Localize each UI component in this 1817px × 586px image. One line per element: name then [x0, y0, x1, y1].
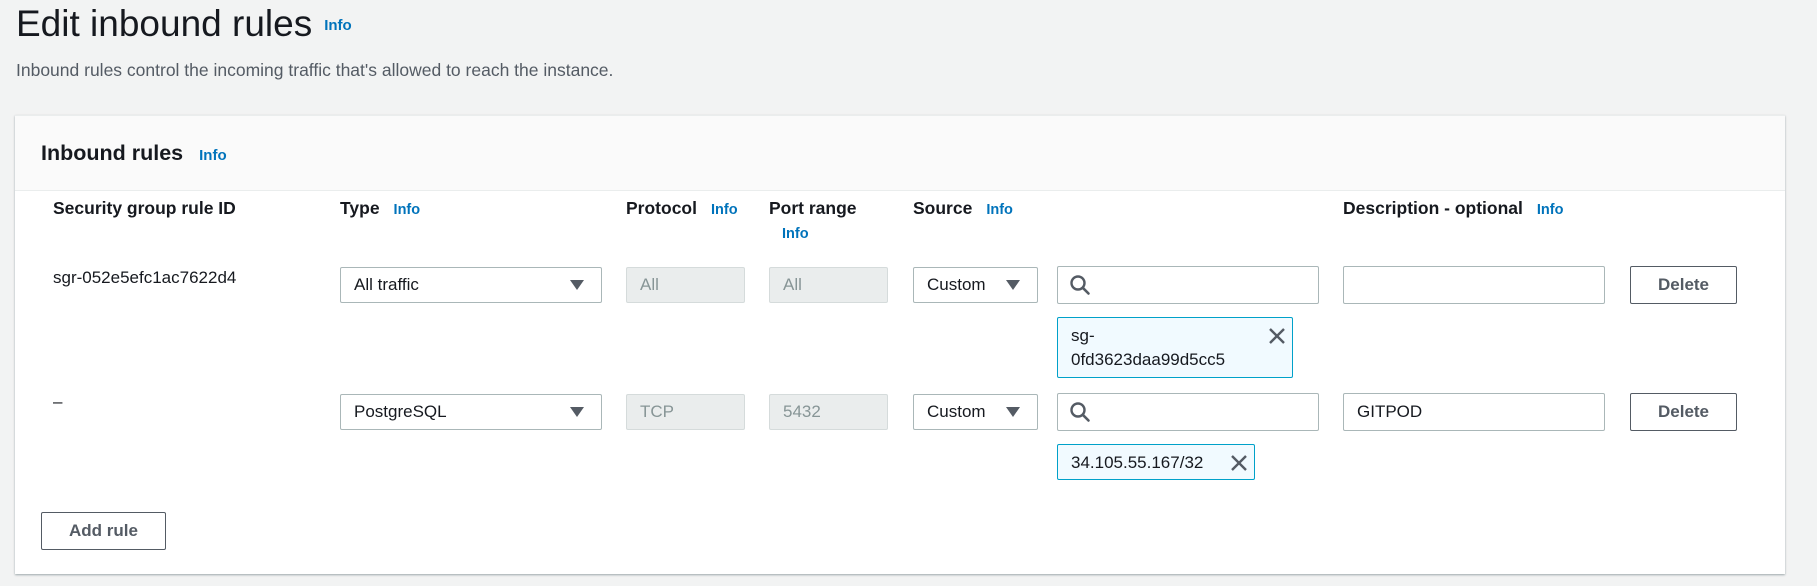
description-input[interactable]: GITPOD: [1343, 393, 1605, 431]
source-token: 34.105.55.167/32: [1057, 444, 1255, 480]
source-token-line2: 0fd3623daa99d5cc5: [1071, 350, 1226, 369]
column-header-description-label: Description - optional: [1343, 198, 1523, 218]
type-select[interactable]: PostgreSQL: [340, 394, 602, 430]
search-icon: [1070, 402, 1090, 422]
caret-down-icon: [1006, 407, 1020, 417]
source-token-line1: sg-: [1071, 326, 1095, 345]
add-rule-button[interactable]: Add rule: [41, 512, 166, 550]
rule-id-cell: –: [53, 392, 63, 411]
panel-header: Inbound rules Info: [15, 116, 1785, 191]
column-header-type: Type Info: [340, 198, 420, 219]
column-header-source: Source Info: [913, 198, 1013, 219]
type-select[interactable]: All traffic: [340, 267, 602, 303]
column-header-type-label: Type: [340, 198, 380, 218]
description-info-link[interactable]: Info: [1537, 202, 1564, 218]
caret-down-icon: [570, 280, 584, 290]
description-input[interactable]: [1343, 266, 1605, 304]
source-search-input[interactable]: [1057, 266, 1319, 304]
column-header-rule-id-label: Security group rule ID: [53, 198, 236, 218]
panel-title-info-link[interactable]: Info: [199, 147, 227, 164]
column-header-port-range-label: Port range: [769, 198, 857, 218]
page-title: Edit inbound rules Info: [16, 2, 352, 46]
caret-down-icon: [570, 407, 584, 417]
column-header-source-label: Source: [913, 198, 973, 218]
rule-id-cell: sgr-052e5efc1ac7622d4: [53, 268, 237, 287]
type-info-link[interactable]: Info: [394, 202, 421, 218]
source-type-select-value: Custom: [927, 275, 986, 294]
source-type-select[interactable]: Custom: [913, 394, 1038, 430]
port-range-field: All: [769, 267, 888, 303]
column-header-port-range: Port range: [769, 198, 857, 219]
source-type-select[interactable]: Custom: [913, 267, 1038, 303]
source-search-input[interactable]: [1057, 393, 1319, 431]
delete-rule-button[interactable]: Delete: [1630, 266, 1737, 304]
protocol-info-link[interactable]: Info: [711, 202, 738, 218]
column-header-protocol: Protocol Info: [626, 198, 738, 219]
source-info-link[interactable]: Info: [986, 202, 1013, 218]
close-icon[interactable]: [1268, 327, 1286, 345]
page-description: Inbound rules control the incoming traff…: [16, 60, 614, 80]
caret-down-icon: [1006, 280, 1020, 290]
column-header-rule-id: Security group rule ID: [53, 198, 236, 219]
column-header-description: Description - optional Info: [1343, 198, 1563, 219]
source-token-text: 34.105.55.167/32: [1071, 453, 1204, 472]
column-header-protocol-label: Protocol: [626, 198, 697, 218]
page-title-info-link[interactable]: Info: [324, 17, 352, 34]
panel-title-text: Inbound rules: [41, 141, 184, 165]
protocol-field: TCP: [626, 394, 745, 430]
panel-title: Inbound rules Info: [41, 141, 227, 166]
type-select-value: PostgreSQL: [354, 402, 447, 421]
inbound-rules-panel: Inbound rules Info Security group rule ID…: [15, 115, 1785, 574]
type-select-value: All traffic: [354, 275, 419, 294]
source-token: sg- 0fd3623daa99d5cc5: [1057, 317, 1293, 378]
delete-rule-button[interactable]: Delete: [1630, 393, 1737, 431]
port-range-field: 5432: [769, 394, 888, 430]
protocol-field: All: [626, 267, 745, 303]
close-icon[interactable]: [1230, 454, 1248, 472]
source-type-select-value: Custom: [927, 402, 986, 421]
page-title-text: Edit inbound rules: [16, 3, 313, 44]
search-icon: [1070, 275, 1090, 295]
port-range-info-link[interactable]: Info: [782, 226, 809, 242]
